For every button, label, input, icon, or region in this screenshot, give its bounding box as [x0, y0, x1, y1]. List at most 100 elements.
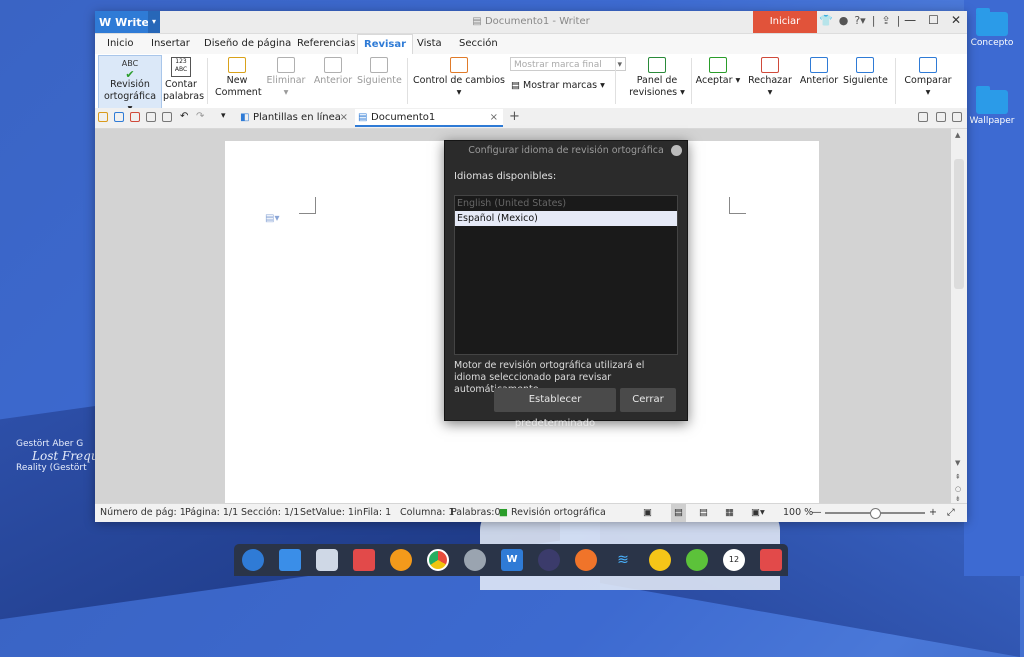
- button-label: Mostrar marcas ▾: [523, 80, 605, 91]
- close-tab-icon[interactable]: ×: [340, 109, 348, 127]
- protect-view-icon[interactable]: ▣▾: [751, 504, 765, 522]
- launcher-icon[interactable]: [242, 549, 264, 571]
- pdf-icon[interactable]: [130, 112, 140, 122]
- tab-revisar[interactable]: Revisar: [357, 34, 414, 54]
- markup-dropdown[interactable]: Mostrar marca final ▾: [510, 57, 626, 71]
- previous-comment-button[interactable]: Anterior: [313, 57, 353, 87]
- tab-inicio[interactable]: Inicio: [107, 38, 133, 49]
- select-browse-icon[interactable]: ○: [955, 485, 961, 493]
- dialog-title: Configurar idioma de revisión ortográfic…: [468, 145, 664, 156]
- files-icon[interactable]: [316, 549, 338, 571]
- previous-change-button[interactable]: Anterior: [799, 57, 839, 87]
- tab-documento1[interactable]: ▤ Documento1 ×: [355, 109, 503, 127]
- scroll-up-icon[interactable]: ▲: [955, 131, 960, 139]
- desktop-icon-label: Wallpaper: [969, 116, 1015, 126]
- chevron-down-icon[interactable]: ▾: [221, 111, 226, 121]
- button-label: Panel de: [636, 75, 678, 86]
- new-comment-button[interactable]: New Comment: [215, 57, 262, 99]
- word-count-button[interactable]: 123 ABC Contar palabras: [163, 57, 204, 103]
- trash-icon[interactable]: [760, 549, 782, 571]
- next-page-icon[interactable]: ⇟: [955, 495, 961, 503]
- help-icon[interactable]: ?▾: [854, 14, 865, 27]
- desktop-signature-widget: Gestört Aber G Lost Frequ Reality (Gestö…: [16, 438, 99, 474]
- redo-icon[interactable]: ↷: [196, 111, 204, 122]
- wifi-icon[interactable]: ≋: [612, 549, 634, 571]
- zoom-out-button[interactable]: —: [812, 504, 822, 522]
- button-label: Anterior: [313, 75, 353, 86]
- outline-view-icon[interactable]: ▤: [699, 504, 708, 522]
- close-icon[interactable]: [671, 145, 682, 156]
- new-tab-button[interactable]: +: [509, 109, 520, 124]
- chevron-down-icon: ▾: [617, 60, 622, 70]
- tab-vista[interactable]: Vista: [417, 38, 442, 49]
- settings-icon[interactable]: [464, 549, 486, 571]
- previous-page-icon[interactable]: ⇞: [955, 473, 961, 481]
- skin-icon[interactable]: 👕: [819, 14, 833, 27]
- restore-icon[interactable]: [936, 112, 946, 122]
- minimize-icon[interactable]: —: [904, 13, 916, 27]
- compare-button[interactable]: Comparar ▾: [901, 57, 955, 99]
- print-icon[interactable]: [146, 112, 156, 122]
- signature-line: Lost Frequ: [32, 449, 99, 463]
- set-default-button[interactable]: Establecer predeterminado: [494, 388, 616, 429]
- login-button[interactable]: Iniciar sesión: [753, 11, 817, 49]
- upload-icon[interactable]: ⇪: [881, 14, 890, 27]
- status-spellcheck[interactable]: ■ Revisión ortográfica: [499, 504, 606, 522]
- view-icon[interactable]: [918, 112, 928, 122]
- close-doc-icon[interactable]: [952, 112, 962, 122]
- language-item-selected[interactable]: Español (Mexico): [455, 211, 677, 226]
- folder-icon: [976, 86, 1008, 114]
- vertical-scrollbar[interactable]: ▲ ▼ ⇞ ○ ⇟: [951, 129, 967, 503]
- close-icon[interactable]: ✕: [951, 13, 961, 27]
- track-changes-button[interactable]: Control de cambios ▾: [413, 57, 505, 99]
- paragraph-options-icon[interactable]: ▤▾: [265, 213, 279, 224]
- tab-referencias[interactable]: Referencias: [297, 38, 355, 49]
- update-icon[interactable]: [649, 549, 671, 571]
- next-change-button[interactable]: Siguiente: [843, 57, 888, 87]
- reject-button[interactable]: Rechazar ▾: [745, 57, 795, 99]
- page-view-icon[interactable]: ▤: [671, 504, 686, 522]
- language-list[interactable]: English (United States) Español (Mexico): [454, 195, 678, 355]
- fit-page-icon[interactable]: ⤢: [947, 504, 955, 522]
- tab-seccion[interactable]: Sección: [459, 38, 498, 49]
- scroll-down-icon[interactable]: ▼: [955, 459, 960, 467]
- next-comment-button[interactable]: Siguiente: [357, 57, 402, 87]
- accept-button[interactable]: Aceptar ▾: [695, 57, 741, 87]
- media-icon[interactable]: [538, 549, 560, 571]
- music-icon[interactable]: [390, 549, 412, 571]
- open-icon[interactable]: [98, 112, 108, 122]
- wps-icon[interactable]: W: [501, 549, 523, 571]
- chat-icon[interactable]: ●: [839, 14, 849, 27]
- close-tab-icon[interactable]: ×: [490, 109, 498, 127]
- tab-online-templates[interactable]: ◧ Plantillas en línea ×: [237, 109, 353, 127]
- desktop-icon-concepto[interactable]: Concepto: [962, 8, 1022, 48]
- quick-access-toolbar: ↶ ↷ ▾ ◧ Plantillas en línea × ▤ Document…: [95, 108, 967, 129]
- delete-comment-button[interactable]: Eliminar ▾: [263, 57, 309, 99]
- tab-insertar[interactable]: Insertar: [151, 38, 190, 49]
- close-button[interactable]: Cerrar: [620, 388, 676, 412]
- print-preview-icon[interactable]: [162, 112, 172, 122]
- store-icon[interactable]: [353, 549, 375, 571]
- scrollbar-thumb[interactable]: [954, 159, 964, 289]
- undo-icon[interactable]: ↶: [180, 111, 188, 122]
- multitask-icon[interactable]: [279, 549, 301, 571]
- show-markup-button[interactable]: ▤ Mostrar marcas ▾: [511, 80, 607, 92]
- status-words[interactable]: Palabras:0: [451, 504, 501, 522]
- fullscreen-icon[interactable]: ▣: [643, 504, 652, 522]
- review-pane-button[interactable]: Panel de revisiones ▾: [629, 57, 685, 99]
- desktop-icon-wallpaper[interactable]: Wallpaper: [962, 86, 1022, 126]
- checkmark-icon: ✔: [125, 68, 135, 81]
- maximize-icon[interactable]: ☐: [928, 13, 939, 27]
- spellcheck-status-icon: ■: [499, 507, 511, 518]
- zoom-level[interactable]: 100 %: [783, 504, 813, 522]
- power-icon[interactable]: [686, 549, 708, 571]
- chrome-icon[interactable]: [427, 549, 449, 571]
- web-view-icon[interactable]: ▦: [725, 504, 734, 522]
- clock-icon[interactable]: 12: [723, 549, 745, 571]
- tab-diseno-pagina[interactable]: Diseño de página: [204, 38, 291, 49]
- button-label: Anterior: [799, 75, 839, 86]
- save-icon[interactable]: [114, 112, 124, 122]
- zoom-slider-handle[interactable]: [870, 508, 881, 519]
- upload-icon[interactable]: [575, 549, 597, 571]
- zoom-in-button[interactable]: +: [929, 504, 937, 522]
